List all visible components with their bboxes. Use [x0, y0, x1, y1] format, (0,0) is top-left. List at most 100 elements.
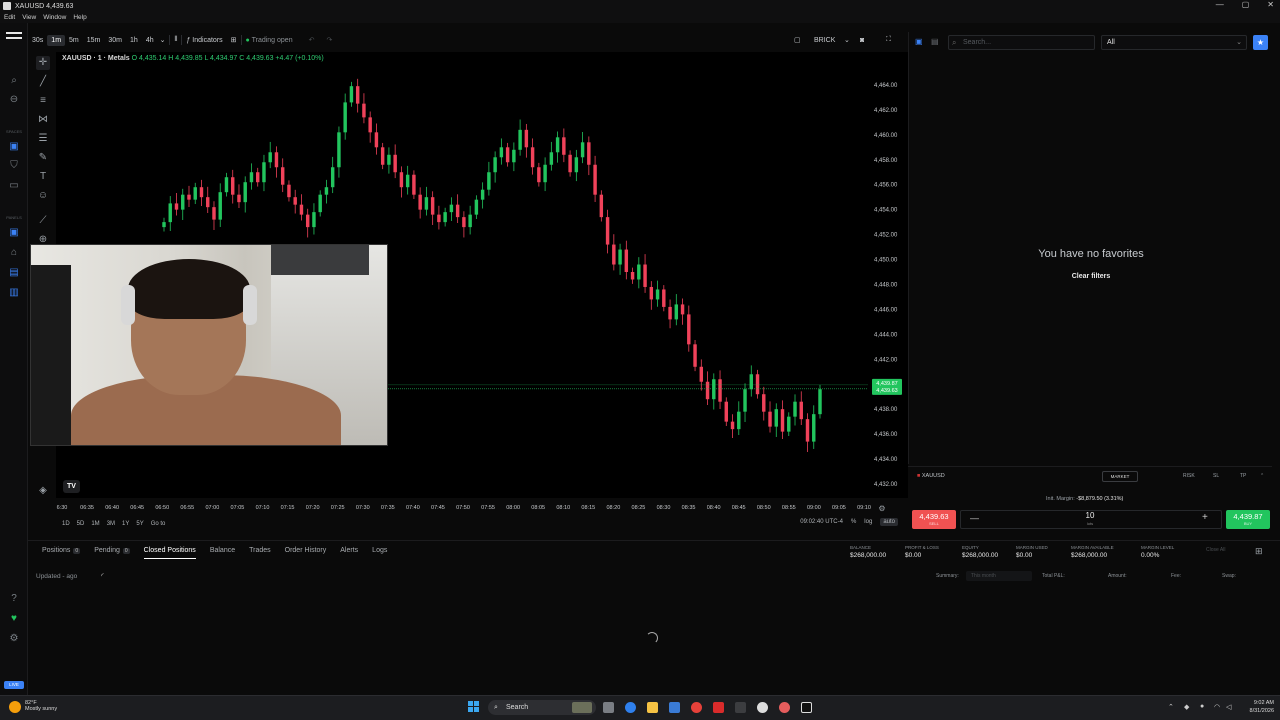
pattern-icon[interactable]: ⋈ [36, 113, 50, 127]
order-type-button[interactable]: MARKET [1102, 471, 1138, 482]
ticket-symbol[interactable]: ■ XAUUSD [917, 473, 945, 479]
store-icon[interactable] [669, 702, 680, 713]
redo-icon[interactable]: ↷ [326, 36, 332, 44]
tab-logs[interactable]: Logs [372, 547, 387, 559]
chevron-down-icon[interactable]: ⌄ [844, 36, 850, 44]
trading-status[interactable]: ● Trading open [246, 37, 293, 44]
watchlist-search-input[interactable]: ⌕ Search... [948, 35, 1095, 50]
tab-alerts[interactable]: Alerts [340, 547, 358, 559]
wifi-icon[interactable]: ◠ [1214, 703, 1220, 711]
volume-icon[interactable]: ◁ [1226, 703, 1231, 711]
layout-grid-icon[interactable]: ⊞ [1255, 546, 1263, 557]
bank-icon[interactable]: ⌂ [8, 247, 20, 259]
zoom-out-icon[interactable]: ⊖ [8, 94, 20, 106]
app-icon-red[interactable] [779, 702, 790, 713]
camera-icon[interactable]: ◙ [860, 37, 864, 44]
indicators-button[interactable]: ƒ Indicators [186, 37, 222, 44]
windows-start-icon[interactable] [468, 701, 480, 713]
summary-period-select[interactable]: This month [966, 571, 1032, 581]
edge-icon[interactable] [625, 702, 636, 713]
quantity-minus-button[interactable]: — [970, 513, 979, 523]
range-3m[interactable]: 3M [107, 521, 115, 527]
tradingview-logo[interactable]: TV [63, 480, 80, 493]
task-view-icon[interactable] [603, 702, 614, 713]
menu-view[interactable]: View [22, 14, 36, 21]
percent-toggle[interactable]: % [851, 519, 856, 525]
range-1y[interactable]: 1Y [122, 521, 129, 527]
timeframe-1m[interactable]: 1m [47, 34, 66, 46]
weather-sun-icon[interactable] [9, 701, 21, 713]
chart-clock[interactable]: 09:02:40 UTC-4 [800, 519, 843, 525]
buy-button[interactable]: 4,439.87 BUY [1226, 510, 1270, 529]
chrome-icon[interactable] [691, 702, 702, 713]
timeframe-4h[interactable]: 4h [142, 35, 158, 46]
chart-style-box-icon[interactable]: ▢ [794, 36, 801, 44]
weather-widget[interactable]: 82°F Mostly sunny [25, 700, 57, 712]
search-icon[interactable]: ⌕ [8, 75, 20, 87]
quantity-value[interactable]: 10 [1080, 511, 1100, 520]
timeframe-5m[interactable]: 5m [65, 35, 83, 46]
candle-type-icon[interactable]: ⫴ [174, 36, 177, 44]
chart-style-label[interactable]: BRICK [814, 37, 835, 44]
tray-chevron-icon[interactable]: ⌃ [1168, 703, 1174, 711]
trading-app-icon[interactable] [801, 702, 812, 713]
tab-pending[interactable]: Pending 0 [94, 547, 130, 559]
tab-positions[interactable]: Positions 0 [42, 547, 81, 559]
file-explorer-icon[interactable] [647, 702, 658, 713]
tab-closed-positions[interactable]: Closed Positions [143, 547, 196, 559]
text-icon[interactable]: T [36, 170, 50, 184]
watchlist-tab-icon[interactable]: ▣ [915, 37, 925, 47]
chevron-up-icon[interactable]: ⌃ [1260, 473, 1264, 479]
trend-line-icon[interactable]: ╱ [36, 75, 50, 89]
tab-trades[interactable]: Trades [249, 547, 271, 559]
close-all-button[interactable]: Close All [1206, 547, 1225, 553]
space-chart-icon[interactable]: ▣ [8, 141, 20, 153]
horizontal-lines-icon[interactable]: ≡ [36, 94, 50, 108]
crosshair-icon[interactable]: ✛ [36, 56, 50, 70]
tab-order-history[interactable]: Order History [285, 547, 327, 559]
quantity-plus-button[interactable]: + [1202, 512, 1208, 523]
emoji-icon[interactable]: ☺ [36, 189, 50, 203]
ruler-icon[interactable]: ⟋ [36, 214, 50, 228]
watchlist-filter-select[interactable]: All ⌄ [1101, 35, 1247, 50]
panel-orders-icon[interactable]: ▥ [8, 287, 20, 299]
panel-chart-icon[interactable]: ▣ [8, 227, 20, 239]
range-5y[interactable]: 5Y [136, 521, 143, 527]
auto-toggle[interactable]: auto [880, 518, 898, 526]
sl-button[interactable]: SL [1213, 473, 1219, 479]
timeframe-1h[interactable]: 1h [126, 35, 142, 46]
goto-button[interactable]: Go to [151, 521, 166, 527]
chevron-down-icon[interactable]: ⌄ [160, 36, 166, 44]
cart-icon[interactable]: ⛉ [8, 160, 20, 172]
widgets-icon[interactable] [572, 702, 592, 713]
app-icon-pen[interactable] [735, 702, 746, 713]
taskbar-clock[interactable]: 9:02 AM 8/31/2026 [1236, 699, 1274, 715]
menu-help[interactable]: Help [73, 14, 86, 21]
range-5d[interactable]: 5D [77, 521, 85, 527]
tray-app-icon[interactable]: ◆ [1184, 703, 1189, 711]
brush-icon[interactable]: ✎ [36, 151, 50, 165]
app-logo[interactable] [6, 32, 22, 44]
axis-settings-icon[interactable]: ⚙ [878, 504, 885, 513]
menu-edit[interactable]: Edit [4, 14, 15, 21]
tp-button[interactable]: TP [1240, 473, 1246, 479]
acrobat-icon[interactable] [713, 702, 724, 713]
media-player-icon[interactable] [757, 702, 768, 713]
range-1m[interactable]: 1M [91, 521, 99, 527]
risk-button[interactable]: RISK [1183, 473, 1195, 479]
log-toggle[interactable]: log [864, 519, 872, 525]
close-button[interactable]: ✕ [1267, 0, 1274, 9]
undo-icon[interactable]: ↶ [309, 36, 315, 44]
layout-grid-icon[interactable]: ⊞ [231, 36, 237, 44]
calendar-tab-icon[interactable]: ▤ [931, 37, 941, 47]
monitor-icon[interactable]: ▭ [8, 180, 20, 192]
settings-icon[interactable]: ⚙ [8, 633, 20, 645]
fullscreen-icon[interactable]: ⛶ [886, 36, 891, 44]
maximize-button[interactable]: ▢ [1242, 0, 1250, 9]
shield-icon[interactable]: ♥ [8, 613, 20, 625]
timeframe-15m[interactable]: 15m [83, 35, 105, 46]
minimize-button[interactable]: — [1216, 0, 1224, 9]
tray-mic-icon[interactable]: ● [1200, 703, 1204, 710]
panel-list-icon[interactable]: ▤ [8, 267, 20, 279]
range-1d[interactable]: 1D [62, 521, 70, 527]
